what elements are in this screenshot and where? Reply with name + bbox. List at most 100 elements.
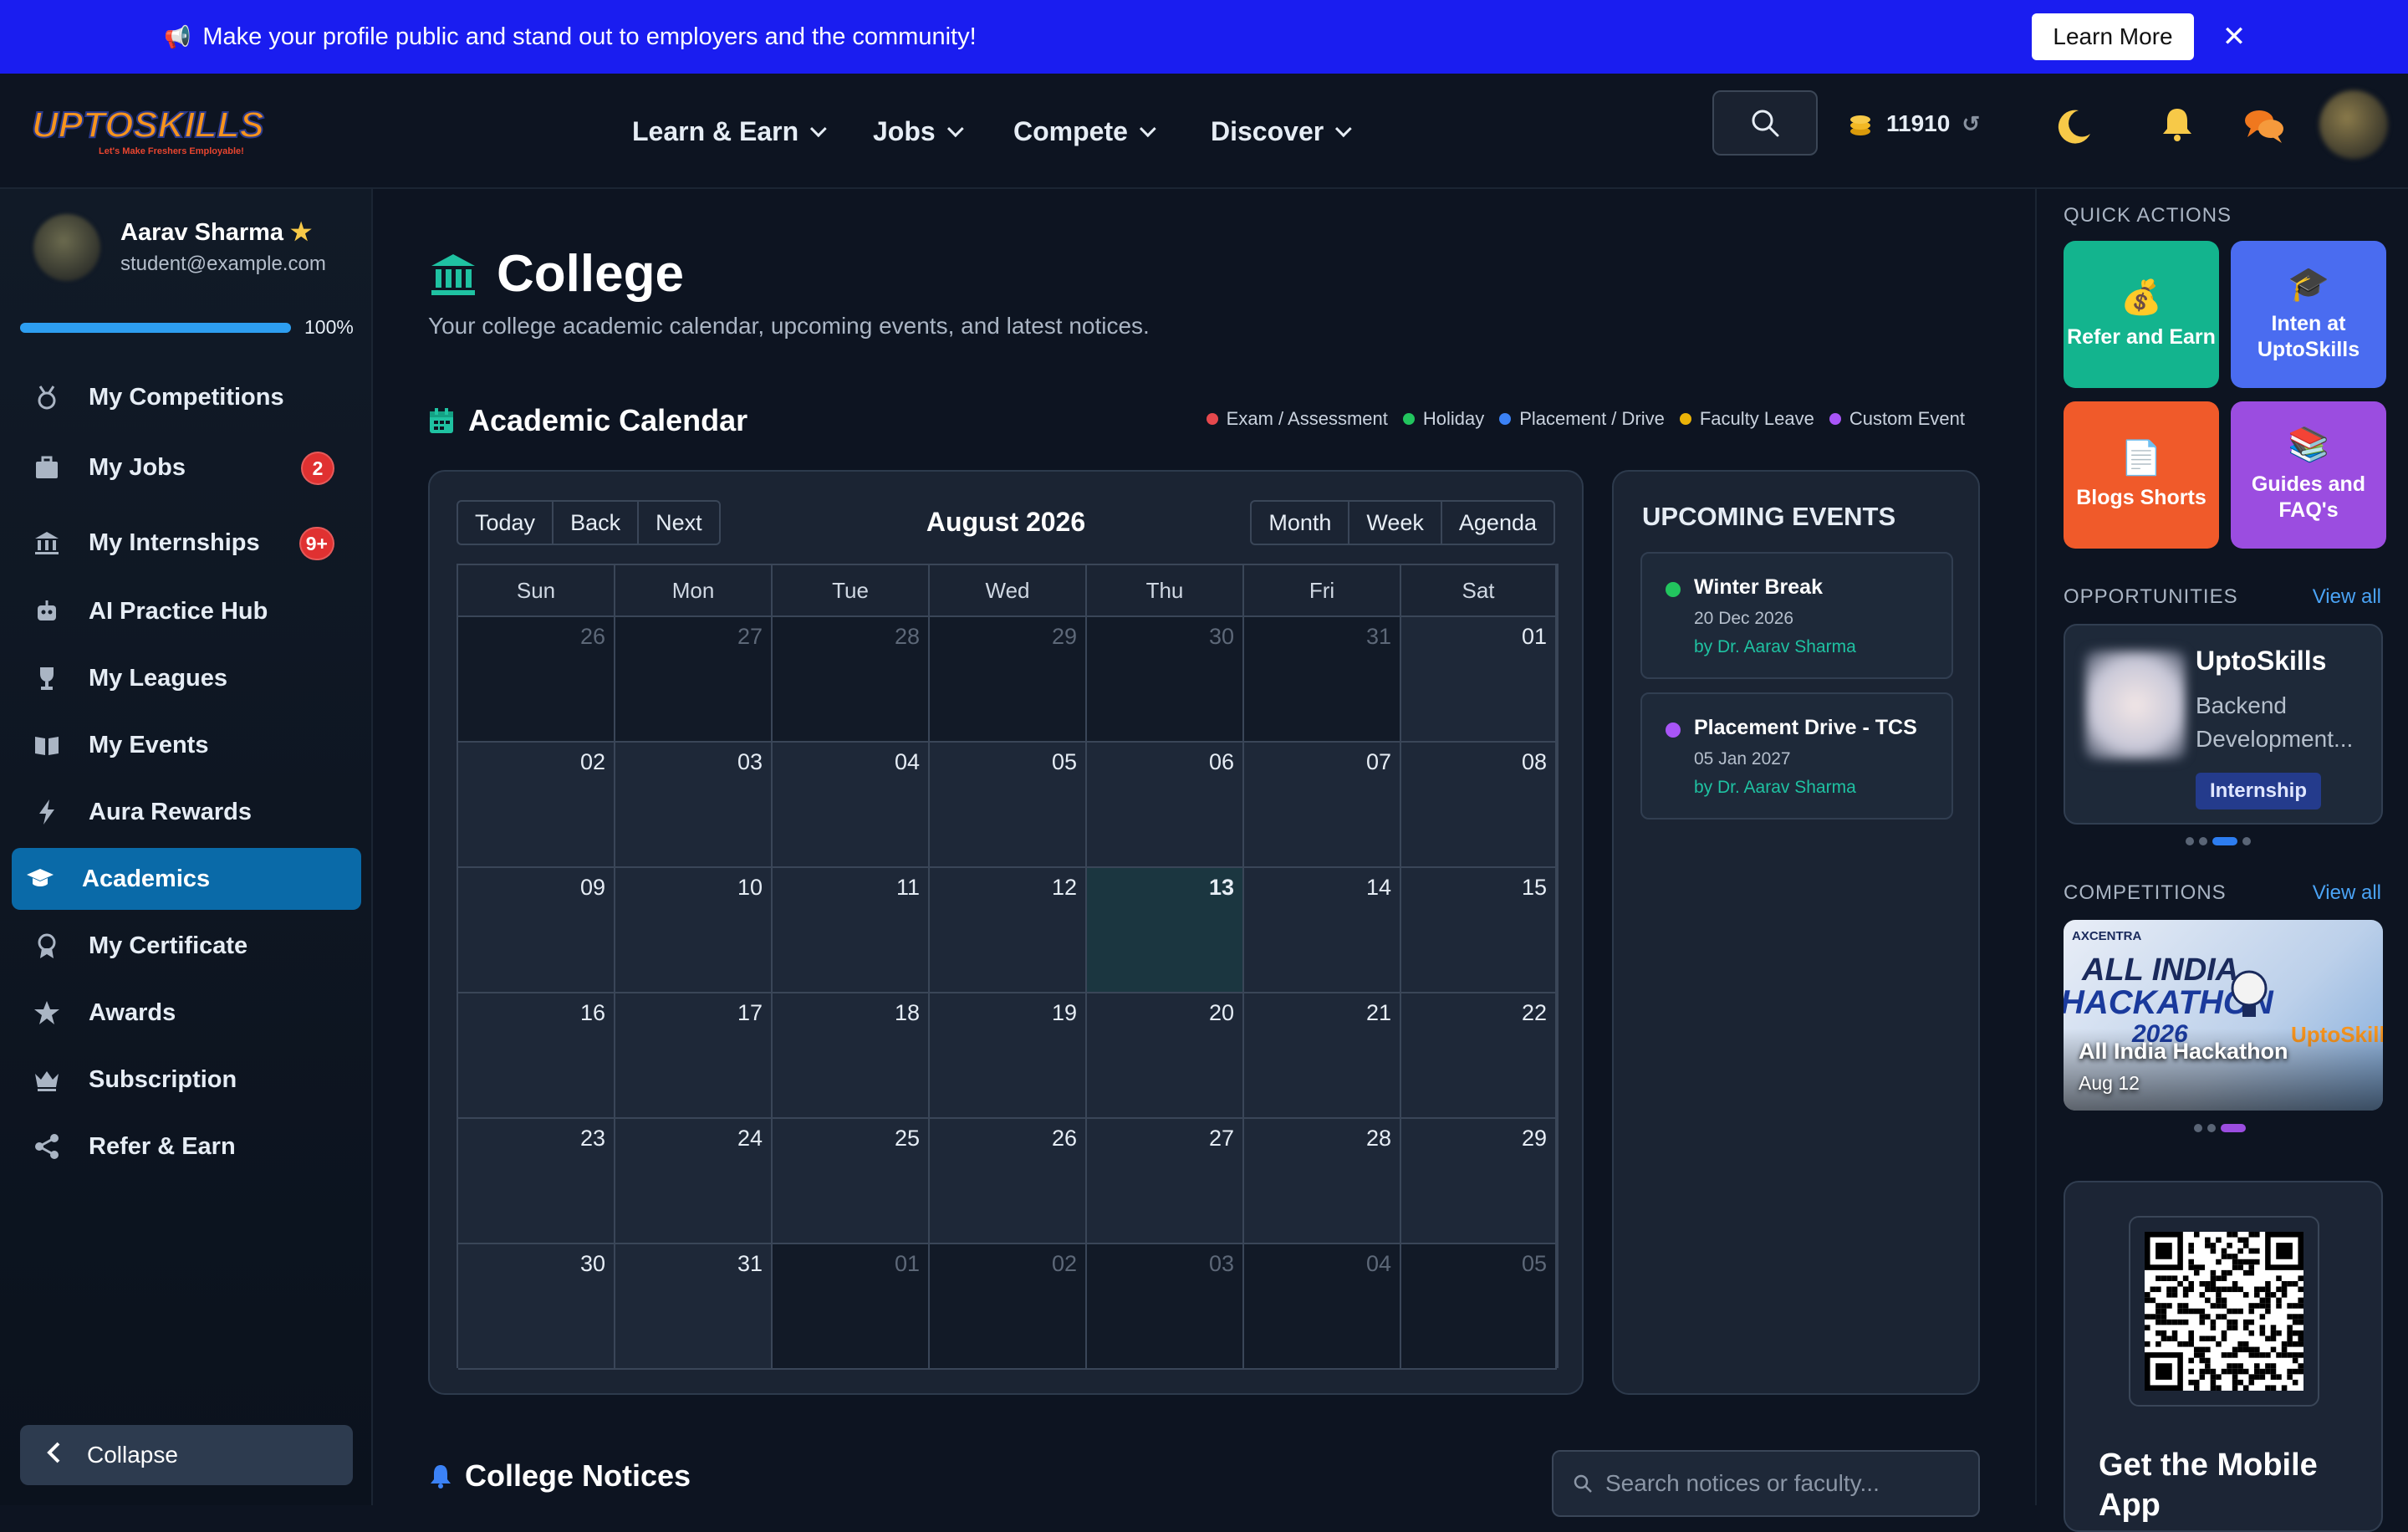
bell-icon[interactable]: [2157, 104, 2197, 144]
carousel-dot[interactable]: [2199, 837, 2207, 845]
calendar-day[interactable]: 15: [1401, 868, 1557, 993]
calendar-day[interactable]: 28: [1244, 1119, 1401, 1244]
carousel-dot[interactable]: [2207, 1124, 2216, 1132]
calendar-day[interactable]: 07: [1244, 743, 1401, 868]
calendar-day[interactable]: 02: [930, 1244, 1087, 1370]
calendar-day[interactable]: 20: [1087, 993, 1244, 1119]
avatar[interactable]: [33, 214, 100, 281]
calendar-day[interactable]: 01: [1401, 617, 1557, 743]
calendar-day[interactable]: 31: [615, 1244, 773, 1370]
moon-icon[interactable]: [2053, 105, 2095, 147]
calendar-day[interactable]: 03: [1087, 1244, 1244, 1370]
sidebar-item-ai-practice-hub[interactable]: AI Practice Hub: [12, 580, 361, 642]
weekday-header: Tue: [773, 565, 930, 617]
star-icon: [30, 996, 64, 1029]
carousel-dot[interactable]: [2242, 837, 2251, 845]
history-icon[interactable]: ↺: [1962, 111, 1980, 137]
close-icon[interactable]: ✕: [2214, 17, 2254, 57]
calendar-day[interactable]: 26: [458, 617, 615, 743]
calendar-day[interactable]: 17: [615, 993, 773, 1119]
calendar-day[interactable]: 29: [930, 617, 1087, 743]
calendar-day[interactable]: 05: [1401, 1244, 1557, 1370]
calendar-day[interactable]: 27: [615, 617, 773, 743]
sidebar-item-refer-earn[interactable]: Refer & Earn: [12, 1116, 361, 1177]
calendar-day[interactable]: 19: [930, 993, 1087, 1119]
nav-compete[interactable]: Compete: [1013, 107, 1156, 156]
sidebar-item-my-jobs[interactable]: My Jobs 2: [12, 437, 361, 498]
calendar-day[interactable]: 02: [458, 743, 615, 868]
event-card[interactable]: Winter Break 20 Dec 2026 by Dr. Aarav Sh…: [1640, 552, 1953, 679]
calendar-day[interactable]: 23: [458, 1119, 615, 1244]
calendar-day[interactable]: 18: [773, 993, 930, 1119]
quick-action-guides-faq[interactable]: 📚 Guides and FAQ's: [2231, 401, 2386, 549]
search-button[interactable]: [1712, 90, 1818, 156]
calendar-day[interactable]: 24: [615, 1119, 773, 1244]
competitions-view-all-link[interactable]: View all: [2313, 881, 2381, 905]
sidebar-item-my-internships[interactable]: My Internships 9+: [12, 512, 361, 574]
sidebar-item-my-certificate[interactable]: My Certificate: [12, 915, 361, 977]
uptoskills-logo[interactable]: UPTOSKILLS Let's Make Freshers Employabl…: [27, 95, 269, 162]
agenda-view-button[interactable]: Agenda: [1442, 502, 1553, 544]
calendar-day[interactable]: 30: [458, 1244, 615, 1370]
calendar-day[interactable]: 12: [930, 868, 1087, 993]
user-avatar[interactable]: [2319, 90, 2388, 159]
calendar-day[interactable]: 01: [773, 1244, 930, 1370]
carousel-dot[interactable]: [2194, 1124, 2202, 1132]
calendar-day[interactable]: 31: [1244, 617, 1401, 743]
calendar-grid: Sun Mon Tue Wed Thu Fri Sat 26 27 28 29 30 31 01 02 03 0…: [457, 564, 1559, 1370]
opportunity-card[interactable]: UptoSkills Backend Development... Intern…: [2064, 624, 2383, 825]
quick-action-blogs-shorts[interactable]: 📄 Blogs Shorts: [2064, 401, 2219, 549]
month-view-button[interactable]: Month: [1252, 502, 1350, 544]
learn-more-button[interactable]: Learn More: [2032, 13, 2194, 60]
calendar-day[interactable]: 21: [1244, 993, 1401, 1119]
coin-balance[interactable]: 11910 ↺: [1846, 104, 1980, 144]
chat-icon[interactable]: [2242, 105, 2286, 146]
sidebar-item-subscription[interactable]: Subscription: [12, 1049, 361, 1111]
quick-action-intern[interactable]: 🎓 Inten at UptoSkills: [2231, 241, 2386, 388]
sidebar-item-my-events[interactable]: My Events: [12, 714, 361, 776]
collapse-button[interactable]: Collapse: [20, 1425, 353, 1485]
banner-message: 📢 Make your profile public and stand out…: [164, 0, 977, 74]
event-card[interactable]: Placement Drive - TCS 05 Jan 2027 by Dr.…: [1640, 692, 1953, 820]
calendar-day[interactable]: 08: [1401, 743, 1557, 868]
calendar-day[interactable]: 26: [930, 1119, 1087, 1244]
calendar-day[interactable]: 30: [1087, 617, 1244, 743]
company-logo: [2085, 651, 2186, 759]
opportunities-view-all-link[interactable]: View all: [2313, 585, 2381, 609]
main-content: College Your college academic calendar, …: [373, 189, 2035, 1517]
sidebar-item-aura-rewards[interactable]: Aura Rewards: [12, 781, 361, 843]
calendar-day[interactable]: 06: [1087, 743, 1244, 868]
qr-code[interactable]: [2129, 1216, 2319, 1407]
graduation-cap-icon: 🎓: [2288, 266, 2329, 303]
nav-jobs[interactable]: Jobs: [873, 107, 964, 156]
calendar-day[interactable]: 05: [930, 743, 1087, 868]
calendar-day[interactable]: 16: [458, 993, 615, 1119]
calendar-day[interactable]: 09: [458, 868, 615, 993]
calendar-day[interactable]: 29: [1401, 1119, 1557, 1244]
calendar-day[interactable]: 14: [1244, 868, 1401, 993]
calendar-day[interactable]: 04: [1244, 1244, 1401, 1370]
calendar-day-today[interactable]: 13: [1087, 868, 1244, 993]
nav-discover[interactable]: Discover: [1211, 107, 1352, 156]
calendar-day[interactable]: 04: [773, 743, 930, 868]
calendar-day[interactable]: 25: [773, 1119, 930, 1244]
sidebar-item-my-competitions[interactable]: My Competitions: [12, 366, 361, 428]
calendar-day[interactable]: 27: [1087, 1119, 1244, 1244]
calendar-day[interactable]: 22: [1401, 993, 1557, 1119]
sidebar-item-academics[interactable]: Academics: [12, 848, 361, 910]
calendar-day[interactable]: 11: [773, 868, 930, 993]
carousel-dot-active[interactable]: [2221, 1124, 2246, 1132]
calendar-day[interactable]: 10: [615, 868, 773, 993]
sidebar-item-my-leagues[interactable]: My Leagues: [12, 647, 361, 709]
quick-action-refer-earn[interactable]: 💰 Refer and Earn: [2064, 241, 2219, 388]
carousel-dot[interactable]: [2186, 837, 2194, 845]
carousel-dot-active[interactable]: [2212, 837, 2237, 845]
calendar-day[interactable]: 28: [773, 617, 930, 743]
competition-card[interactable]: AXCENTRA ALL INDIA HACKATHON 2026 UptoSk…: [2064, 920, 2383, 1111]
calendar-day[interactable]: 03: [615, 743, 773, 868]
notice-search-input[interactable]: [1604, 1469, 1955, 1498]
sidebar-item-awards[interactable]: Awards: [12, 982, 361, 1044]
week-view-button[interactable]: Week: [1349, 502, 1442, 544]
right-panel: QUICK ACTIONS 💰 Refer and Earn 🎓 Inten a…: [2035, 189, 2408, 1532]
nav-learn-earn[interactable]: Learn & Earn: [632, 107, 827, 156]
